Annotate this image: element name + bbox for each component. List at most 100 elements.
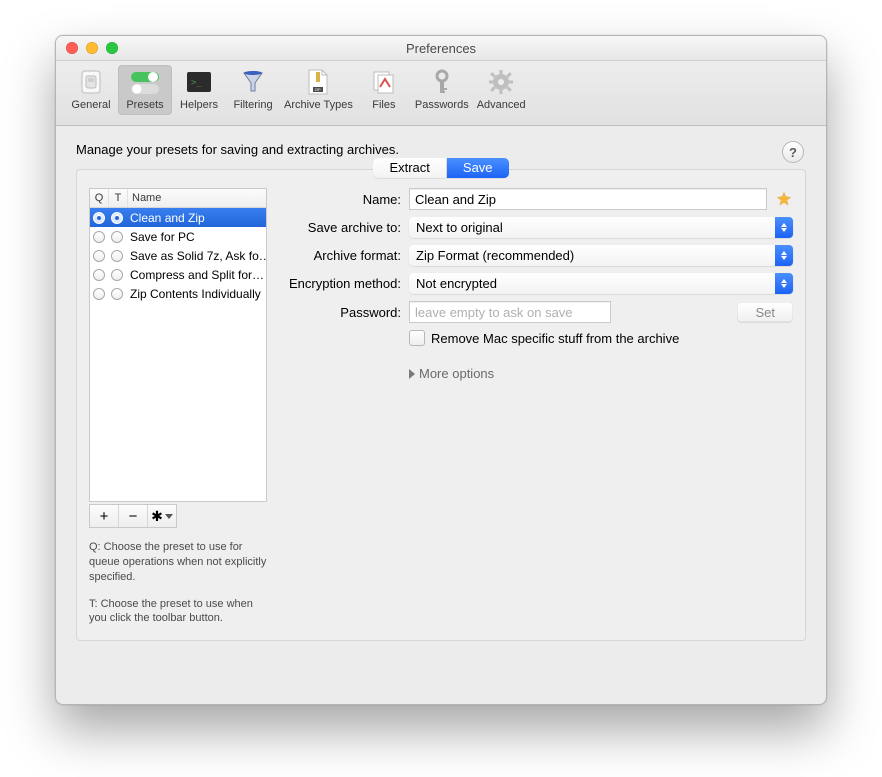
toggle-icon [130, 67, 160, 97]
close-window-button[interactable] [66, 42, 78, 54]
toolbar-item-label: Filtering [233, 99, 272, 111]
gear-icon: ✱ [151, 509, 163, 523]
radio-icon [93, 269, 105, 281]
preset-actions-menu[interactable]: ✱ [148, 505, 176, 527]
q-radio[interactable] [90, 231, 108, 243]
toolbar-item-files[interactable]: Files [357, 65, 411, 115]
preset-list: Q T Name Clean and Zip Save for PC Save as… [89, 188, 267, 502]
toolbar-item-label: Helpers [180, 99, 218, 111]
zip-file-icon: ZIP [303, 67, 333, 97]
toolbar-item-label: General [71, 99, 110, 111]
help-button[interactable]: ? [782, 141, 804, 163]
list-item[interactable]: Compress and Split for… [90, 265, 266, 284]
hint-t: T: Choose the preset to use when you cli… [89, 597, 267, 627]
preset-form: Name: Save archive to: Next to original [281, 188, 793, 381]
updown-arrows-icon [775, 217, 793, 238]
archive-format-dropdown[interactable]: Zip Format (recommended) [409, 245, 793, 266]
dropdown-value: Not encrypted [409, 273, 775, 294]
toolbar-item-filtering[interactable]: Filtering [226, 65, 280, 115]
plus-icon: + [100, 509, 109, 524]
save-extract-segmented: Extract Save [373, 158, 508, 178]
radio-icon [111, 212, 123, 224]
q-radio[interactable] [90, 212, 108, 224]
gear-icon [486, 67, 516, 97]
more-options-label: More options [419, 366, 494, 381]
radio-icon [111, 288, 123, 300]
chevron-down-icon [165, 514, 173, 519]
label-archive-format: Archive format: [281, 248, 401, 263]
q-radio[interactable] [90, 288, 108, 300]
toolbar-item-passwords[interactable]: Passwords [411, 65, 473, 115]
svg-text:ZIP: ZIP [315, 87, 322, 92]
add-preset-button[interactable]: + [90, 505, 119, 527]
terminal-icon: >_ [184, 67, 214, 97]
radio-icon [111, 231, 123, 243]
q-radio[interactable] [90, 250, 108, 262]
toolbar-item-label: Passwords [415, 99, 469, 111]
switch-icon [76, 67, 106, 97]
minimize-window-button[interactable] [86, 42, 98, 54]
name-field[interactable] [409, 188, 767, 210]
seg-extract[interactable]: Extract [373, 158, 446, 178]
label-name: Name: [281, 192, 401, 207]
toolbar-item-label: Files [372, 99, 395, 111]
col-header-q[interactable]: Q [90, 189, 109, 207]
t-radio[interactable] [108, 269, 126, 281]
dropdown-value: Zip Format (recommended) [409, 245, 775, 266]
toolbar-item-presets[interactable]: Presets [118, 65, 172, 115]
radio-icon [93, 231, 105, 243]
dropdown-value: Next to original [409, 217, 775, 238]
preset-name: Clean and Zip [126, 211, 266, 225]
t-radio[interactable] [108, 250, 126, 262]
funnel-icon [238, 67, 268, 97]
preset-name: Save as Solid 7z, Ask fo… [126, 249, 266, 263]
checkbox-label: Remove Mac specific stuff from the archi… [431, 331, 679, 346]
traffic-lights [56, 42, 118, 54]
zoom-window-button[interactable] [106, 42, 118, 54]
radio-icon [93, 250, 105, 262]
toolbar-item-archive-types[interactable]: ZIP Archive Types [280, 65, 357, 115]
encryption-dropdown[interactable]: Not encrypted [409, 273, 793, 294]
page-subtitle: Manage your presets for saving and extra… [76, 142, 806, 157]
seg-save[interactable]: Save [447, 158, 509, 178]
minus-icon: − [129, 509, 138, 524]
favorite-star-icon[interactable] [775, 190, 793, 208]
list-item[interactable]: Clean and Zip [90, 208, 266, 227]
toolbar-item-label: Archive Types [284, 99, 353, 111]
key-icon [427, 67, 457, 97]
files-icon [369, 67, 399, 97]
toolbar-item-advanced[interactable]: Advanced [473, 65, 530, 115]
titlebar[interactable]: Preferences [56, 36, 826, 61]
q-radio[interactable] [90, 269, 108, 281]
radio-icon [111, 269, 123, 281]
preset-list-header: Q T Name [90, 189, 266, 208]
list-item[interactable]: Zip Contents Individually [90, 284, 266, 303]
more-options-disclosure[interactable]: More options [409, 366, 793, 381]
preset-name: Zip Contents Individually [126, 287, 266, 301]
password-field[interactable] [409, 301, 611, 323]
t-radio[interactable] [108, 212, 126, 224]
preset-name: Save for PC [126, 230, 266, 244]
remove-mac-stuff-checkbox[interactable] [409, 330, 425, 346]
preset-name: Compress and Split for… [126, 268, 266, 282]
list-item[interactable]: Save as Solid 7z, Ask fo… [90, 246, 266, 265]
hint-q: Q: Choose the preset to use for queue op… [89, 540, 267, 585]
remove-preset-button[interactable]: − [119, 505, 148, 527]
set-password-button[interactable]: Set [737, 302, 793, 322]
save-to-dropdown[interactable]: Next to original [409, 217, 793, 238]
radio-icon [93, 288, 105, 300]
preferences-window: Preferences General Presets >_ Helpers [55, 35, 827, 705]
label-save-to: Save archive to: [281, 220, 401, 235]
prefs-toolbar: General Presets >_ Helpers Filtering [56, 61, 826, 126]
label-password: Password: [281, 305, 401, 320]
col-header-name[interactable]: Name [128, 189, 266, 207]
updown-arrows-icon [775, 245, 793, 266]
col-header-t[interactable]: T [109, 189, 128, 207]
list-item[interactable]: Save for PC [90, 227, 266, 246]
toolbar-item-helpers[interactable]: >_ Helpers [172, 65, 226, 115]
t-radio[interactable] [108, 288, 126, 300]
disclosure-triangle-icon [409, 369, 415, 379]
toolbar-item-label: Presets [126, 99, 163, 111]
t-radio[interactable] [108, 231, 126, 243]
toolbar-item-general[interactable]: General [64, 65, 118, 115]
